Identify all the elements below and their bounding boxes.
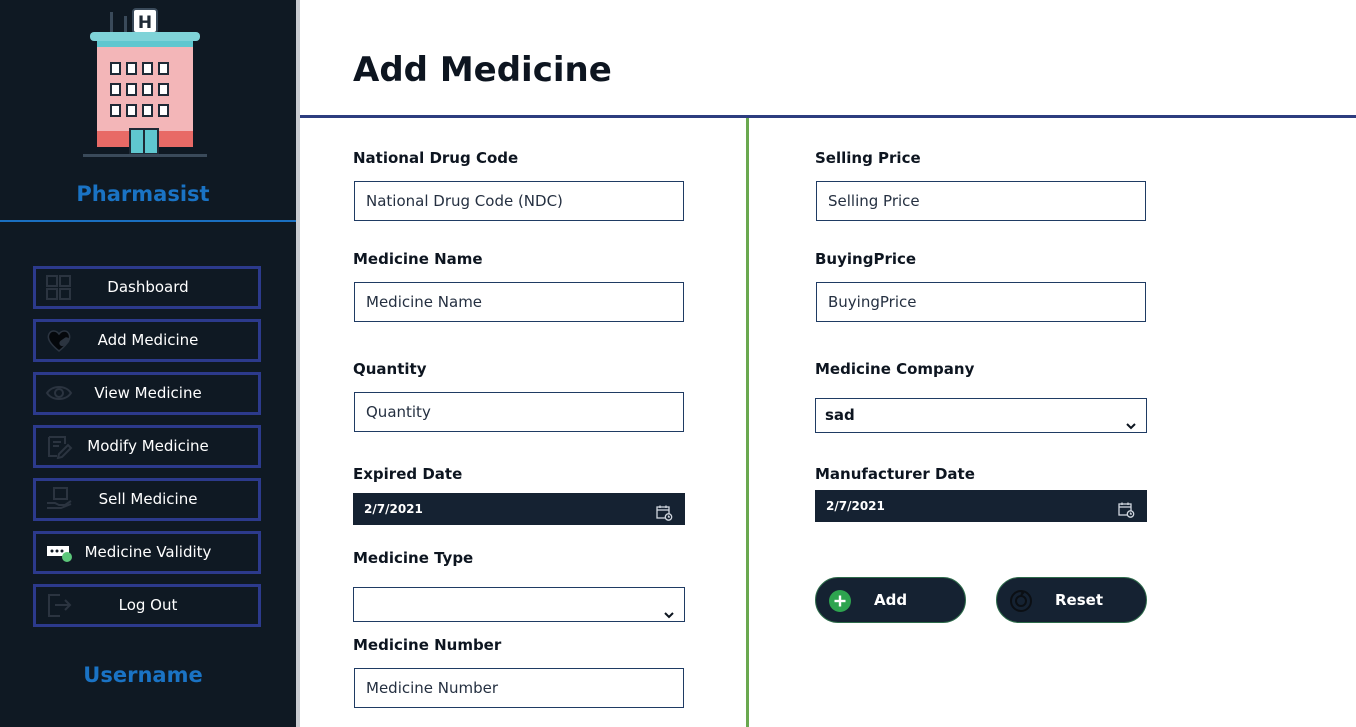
buying-price-label: BuyingPrice (815, 250, 917, 268)
chevron-down-icon (664, 599, 674, 619)
sidebar-item-view-medicine[interactable]: View Medicine (33, 372, 261, 415)
medicine-company-value: sad (825, 406, 855, 424)
hospital-logo-icon: H (80, 6, 210, 166)
medicine-company-label: Medicine Company (815, 360, 975, 378)
sidebar-item-modify-medicine[interactable]: Modify Medicine (33, 425, 261, 468)
manufacturer-date-picker[interactable]: 2/7/2021 (815, 490, 1147, 522)
manufacturer-date-value: 2/7/2021 (826, 499, 885, 513)
sidebar: H Pharmasist Dashboard Add Medicine View… (0, 0, 296, 727)
medicine-company-select[interactable]: sad (815, 398, 1147, 433)
reset-button[interactable]: Reset (996, 577, 1147, 623)
medicine-name-input[interactable] (354, 282, 684, 322)
page-title: Add Medicine (353, 50, 612, 90)
sidebar-item-label: Modify Medicine (87, 437, 209, 455)
quantity-input[interactable] (354, 392, 684, 432)
sidebar-item-label: Log Out (118, 596, 178, 614)
sidebar-item-medicine-validity[interactable]: Medicine Validity (33, 531, 261, 574)
quantity-label: Quantity (353, 360, 427, 378)
buying-price-input[interactable] (816, 282, 1146, 322)
main-content: Add Medicine National Drug Code Medicine… (300, 0, 1356, 727)
expired-date-label: Expired Date (353, 465, 463, 483)
manufacturer-date-label: Manufacturer Date (815, 465, 975, 483)
expired-date-value: 2/7/2021 (364, 502, 423, 516)
add-button[interactable]: Add (815, 577, 966, 623)
sidebar-item-sell-medicine[interactable]: Sell Medicine (33, 478, 261, 521)
sidebar-item-label: Medicine Validity (84, 543, 212, 561)
medicine-number-input[interactable] (354, 668, 684, 708)
expired-date-picker[interactable]: 2/7/2021 (353, 493, 685, 525)
sidebar-nav: Dashboard Add Medicine View Medicine Mod… (33, 266, 261, 637)
role-title: Pharmasist (76, 182, 210, 206)
sidebar-item-label: View Medicine (94, 384, 202, 402)
selling-price-input[interactable] (816, 181, 1146, 221)
calendar-icon[interactable] (656, 501, 673, 521)
sidebar-item-dashboard[interactable]: Dashboard (33, 266, 261, 309)
sidebar-item-label: Dashboard (107, 278, 189, 296)
medicine-name-label: Medicine Name (353, 250, 483, 268)
sidebar-item-log-out[interactable]: Log Out (33, 584, 261, 627)
chevron-down-icon (1126, 410, 1136, 430)
sidebar-item-label: Sell Medicine (98, 490, 198, 508)
logo-letter: H (138, 13, 152, 33)
sidebar-divider (0, 220, 296, 222)
ndc-input[interactable] (354, 181, 684, 221)
app-window: H Pharmasist Dashboard Add Medicine View… (0, 0, 1356, 727)
selling-price-label: Selling Price (815, 149, 921, 167)
sidebar-item-add-medicine[interactable]: Add Medicine (33, 319, 261, 362)
reset-icon (1009, 589, 1033, 613)
column-divider (746, 118, 749, 727)
plus-circle-icon (828, 589, 852, 613)
medicine-number-label: Medicine Number (353, 636, 502, 654)
add-button-label: Add (874, 591, 908, 609)
calendar-icon[interactable] (1118, 498, 1135, 518)
medicine-type-select[interactable] (353, 587, 685, 622)
header-divider (300, 115, 1356, 118)
medicine-type-label: Medicine Type (353, 549, 474, 567)
reset-button-label: Reset (1055, 591, 1103, 609)
ndc-label: National Drug Code (353, 149, 519, 167)
username: Username (83, 663, 203, 687)
sidebar-item-label: Add Medicine (97, 331, 199, 349)
